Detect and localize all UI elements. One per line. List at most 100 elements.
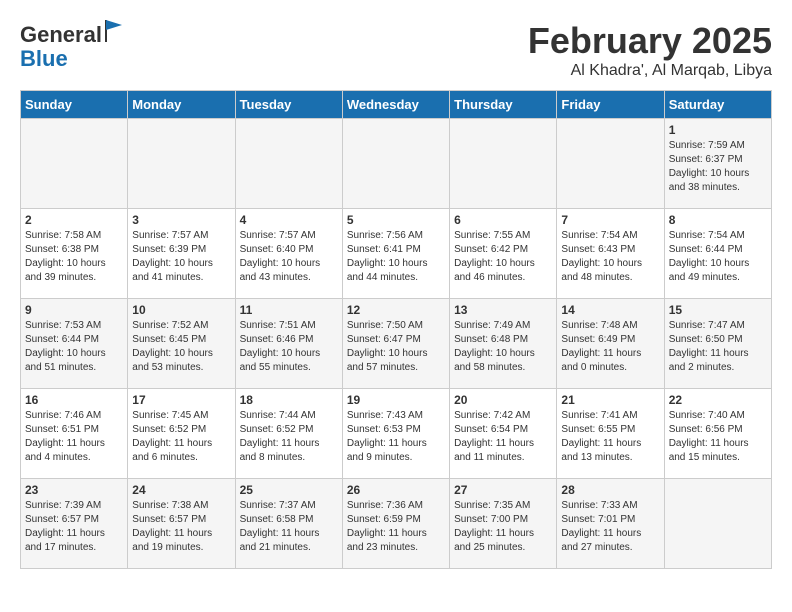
day-info: Sunrise: 7:51 AM Sunset: 6:46 PM Dayligh… [240, 319, 338, 375]
calendar-cell: 20 Sunrise: 7:42 AM Sunset: 6:54 PM Dayli… [450, 389, 557, 479]
calendar-cell [557, 119, 664, 209]
calendar-cell: 22 Sunrise: 7:40 AM Sunset: 6:56 PM Dayli… [664, 389, 771, 479]
day-number: 23 [25, 483, 123, 497]
calendar-cell [664, 479, 771, 569]
day-info: Sunrise: 7:40 AM Sunset: 6:56 PM Dayligh… [669, 409, 767, 465]
day-number: 27 [454, 483, 552, 497]
logo-flag-icon [104, 20, 122, 42]
day-info: Sunrise: 7:50 AM Sunset: 6:47 PM Dayligh… [347, 319, 445, 375]
day-number: 17 [132, 393, 230, 407]
day-header-friday: Friday [557, 91, 664, 119]
day-number: 13 [454, 303, 552, 317]
title-block: February 2025 Al Khadra', Al Marqab, Lib… [528, 20, 772, 80]
day-info: Sunrise: 7:48 AM Sunset: 6:49 PM Dayligh… [561, 319, 659, 375]
day-info: Sunrise: 7:33 AM Sunset: 7:01 PM Dayligh… [561, 499, 659, 555]
calendar-cell [128, 119, 235, 209]
logo: General Blue [20, 20, 122, 71]
logo-blue: Blue [20, 46, 68, 71]
day-number: 8 [669, 213, 767, 227]
calendar-cell: 21Sunrise: 7:41 AM Sunset: 6:55 PM Dayli… [557, 389, 664, 479]
calendar-cell: 13 Sunrise: 7:49 AM Sunset: 6:48 PM Dayli… [450, 299, 557, 389]
day-info: Sunrise: 7:43 AM Sunset: 6:53 PM Dayligh… [347, 409, 445, 465]
day-header-saturday: Saturday [664, 91, 771, 119]
calendar-cell: 28 Sunrise: 7:33 AM Sunset: 7:01 PM Dayli… [557, 479, 664, 569]
day-info: Sunrise: 7:52 AM Sunset: 6:45 PM Dayligh… [132, 319, 230, 375]
day-info: Sunrise: 7:53 AM Sunset: 6:44 PM Dayligh… [25, 319, 123, 375]
day-info: Sunrise: 7:58 AM Sunset: 6:38 PM Dayligh… [25, 229, 123, 285]
calendar-cell [235, 119, 342, 209]
day-header-monday: Monday [128, 91, 235, 119]
calendar-cell: 3 Sunrise: 7:57 AM Sunset: 6:39 PM Daylig… [128, 209, 235, 299]
calendar-cell: 5 Sunrise: 7:56 AM Sunset: 6:41 PM Daylig… [342, 209, 449, 299]
day-number: 7 [561, 213, 659, 227]
calendar-cell: 17 Sunrise: 7:45 AM Sunset: 6:52 PM Dayli… [128, 389, 235, 479]
day-number: 1 [669, 123, 767, 137]
calendar-cell [342, 119, 449, 209]
day-info: Sunrise: 7:49 AM Sunset: 6:48 PM Dayligh… [454, 319, 552, 375]
day-number: 25 [240, 483, 338, 497]
day-info: Sunrise: 7:54 AM Sunset: 6:44 PM Dayligh… [669, 229, 767, 285]
calendar-cell: 8 Sunrise: 7:54 AM Sunset: 6:44 PM Daylig… [664, 209, 771, 299]
day-number: 5 [347, 213, 445, 227]
day-number: 28 [561, 483, 659, 497]
calendar-cell [21, 119, 128, 209]
day-info: Sunrise: 7:45 AM Sunset: 6:52 PM Dayligh… [132, 409, 230, 465]
calendar-cell: 23 Sunrise: 7:39 AM Sunset: 6:57 PM Dayli… [21, 479, 128, 569]
calendar-table: SundayMondayTuesdayWednesdayThursdayFrid… [20, 90, 772, 569]
day-info: Sunrise: 7:57 AM Sunset: 6:39 PM Dayligh… [132, 229, 230, 285]
day-number: 18 [240, 393, 338, 407]
day-info: Sunrise: 7:35 AM Sunset: 7:00 PM Dayligh… [454, 499, 552, 555]
day-number: 9 [25, 303, 123, 317]
day-number: 19 [347, 393, 445, 407]
day-info: Sunrise: 7:36 AM Sunset: 6:59 PM Dayligh… [347, 499, 445, 555]
page-header: General Blue February 2025 Al Khadra', A… [20, 20, 772, 80]
day-info: Sunrise: 7:47 AM Sunset: 6:50 PM Dayligh… [669, 319, 767, 375]
week-row-3: 9 Sunrise: 7:53 AM Sunset: 6:44 PM Daylig… [21, 299, 772, 389]
day-number: 24 [132, 483, 230, 497]
day-number: 2 [25, 213, 123, 227]
calendar-cell: 25 Sunrise: 7:37 AM Sunset: 6:58 PM Dayli… [235, 479, 342, 569]
day-header-tuesday: Tuesday [235, 91, 342, 119]
day-info: Sunrise: 7:55 AM Sunset: 6:42 PM Dayligh… [454, 229, 552, 285]
calendar-cell: 6Sunrise: 7:55 AM Sunset: 6:42 PM Daylig… [450, 209, 557, 299]
calendar-cell: 7 Sunrise: 7:54 AM Sunset: 6:43 PM Daylig… [557, 209, 664, 299]
day-info: Sunrise: 7:56 AM Sunset: 6:41 PM Dayligh… [347, 229, 445, 285]
day-header-thursday: Thursday [450, 91, 557, 119]
calendar-cell: 9 Sunrise: 7:53 AM Sunset: 6:44 PM Daylig… [21, 299, 128, 389]
day-info: Sunrise: 7:42 AM Sunset: 6:54 PM Dayligh… [454, 409, 552, 465]
week-row-5: 23 Sunrise: 7:39 AM Sunset: 6:57 PM Dayli… [21, 479, 772, 569]
day-number: 26 [347, 483, 445, 497]
day-number: 22 [669, 393, 767, 407]
day-number: 4 [240, 213, 338, 227]
day-info: Sunrise: 7:54 AM Sunset: 6:43 PM Dayligh… [561, 229, 659, 285]
day-number: 20 [454, 393, 552, 407]
month-title: February 2025 [528, 20, 772, 62]
day-info: Sunrise: 7:39 AM Sunset: 6:57 PM Dayligh… [25, 499, 123, 555]
day-info: Sunrise: 7:44 AM Sunset: 6:52 PM Dayligh… [240, 409, 338, 465]
day-info: Sunrise: 7:37 AM Sunset: 6:58 PM Dayligh… [240, 499, 338, 555]
day-info: Sunrise: 7:38 AM Sunset: 6:57 PM Dayligh… [132, 499, 230, 555]
day-number: 15 [669, 303, 767, 317]
day-info: Sunrise: 7:57 AM Sunset: 6:40 PM Dayligh… [240, 229, 338, 285]
day-number: 10 [132, 303, 230, 317]
calendar-cell: 16Sunrise: 7:46 AM Sunset: 6:51 PM Dayli… [21, 389, 128, 479]
week-row-1: 1Sunrise: 7:59 AM Sunset: 6:37 PM Daylig… [21, 119, 772, 209]
day-number: 14 [561, 303, 659, 317]
calendar-cell: 24 Sunrise: 7:38 AM Sunset: 6:57 PM Dayli… [128, 479, 235, 569]
calendar-cell: 15 Sunrise: 7:47 AM Sunset: 6:50 PM Dayli… [664, 299, 771, 389]
calendar-cell: 19 Sunrise: 7:43 AM Sunset: 6:53 PM Dayli… [342, 389, 449, 479]
calendar-cell: 4 Sunrise: 7:57 AM Sunset: 6:40 PM Daylig… [235, 209, 342, 299]
week-row-4: 16Sunrise: 7:46 AM Sunset: 6:51 PM Dayli… [21, 389, 772, 479]
location-subtitle: Al Khadra', Al Marqab, Libya [528, 62, 772, 80]
calendar-cell: 27 Sunrise: 7:35 AM Sunset: 7:00 PM Dayli… [450, 479, 557, 569]
calendar-cell: 1Sunrise: 7:59 AM Sunset: 6:37 PM Daylig… [664, 119, 771, 209]
calendar-cell: 14 Sunrise: 7:48 AM Sunset: 6:49 PM Dayli… [557, 299, 664, 389]
calendar-cell: 26 Sunrise: 7:36 AM Sunset: 6:59 PM Dayli… [342, 479, 449, 569]
day-number: 3 [132, 213, 230, 227]
day-number: 12 [347, 303, 445, 317]
calendar-cell: 10 Sunrise: 7:52 AM Sunset: 6:45 PM Dayli… [128, 299, 235, 389]
day-header-sunday: Sunday [21, 91, 128, 119]
day-info: Sunrise: 7:46 AM Sunset: 6:51 PM Dayligh… [25, 409, 123, 465]
calendar-cell: 12 Sunrise: 7:50 AM Sunset: 6:47 PM Dayli… [342, 299, 449, 389]
logo-general: General [20, 22, 102, 47]
